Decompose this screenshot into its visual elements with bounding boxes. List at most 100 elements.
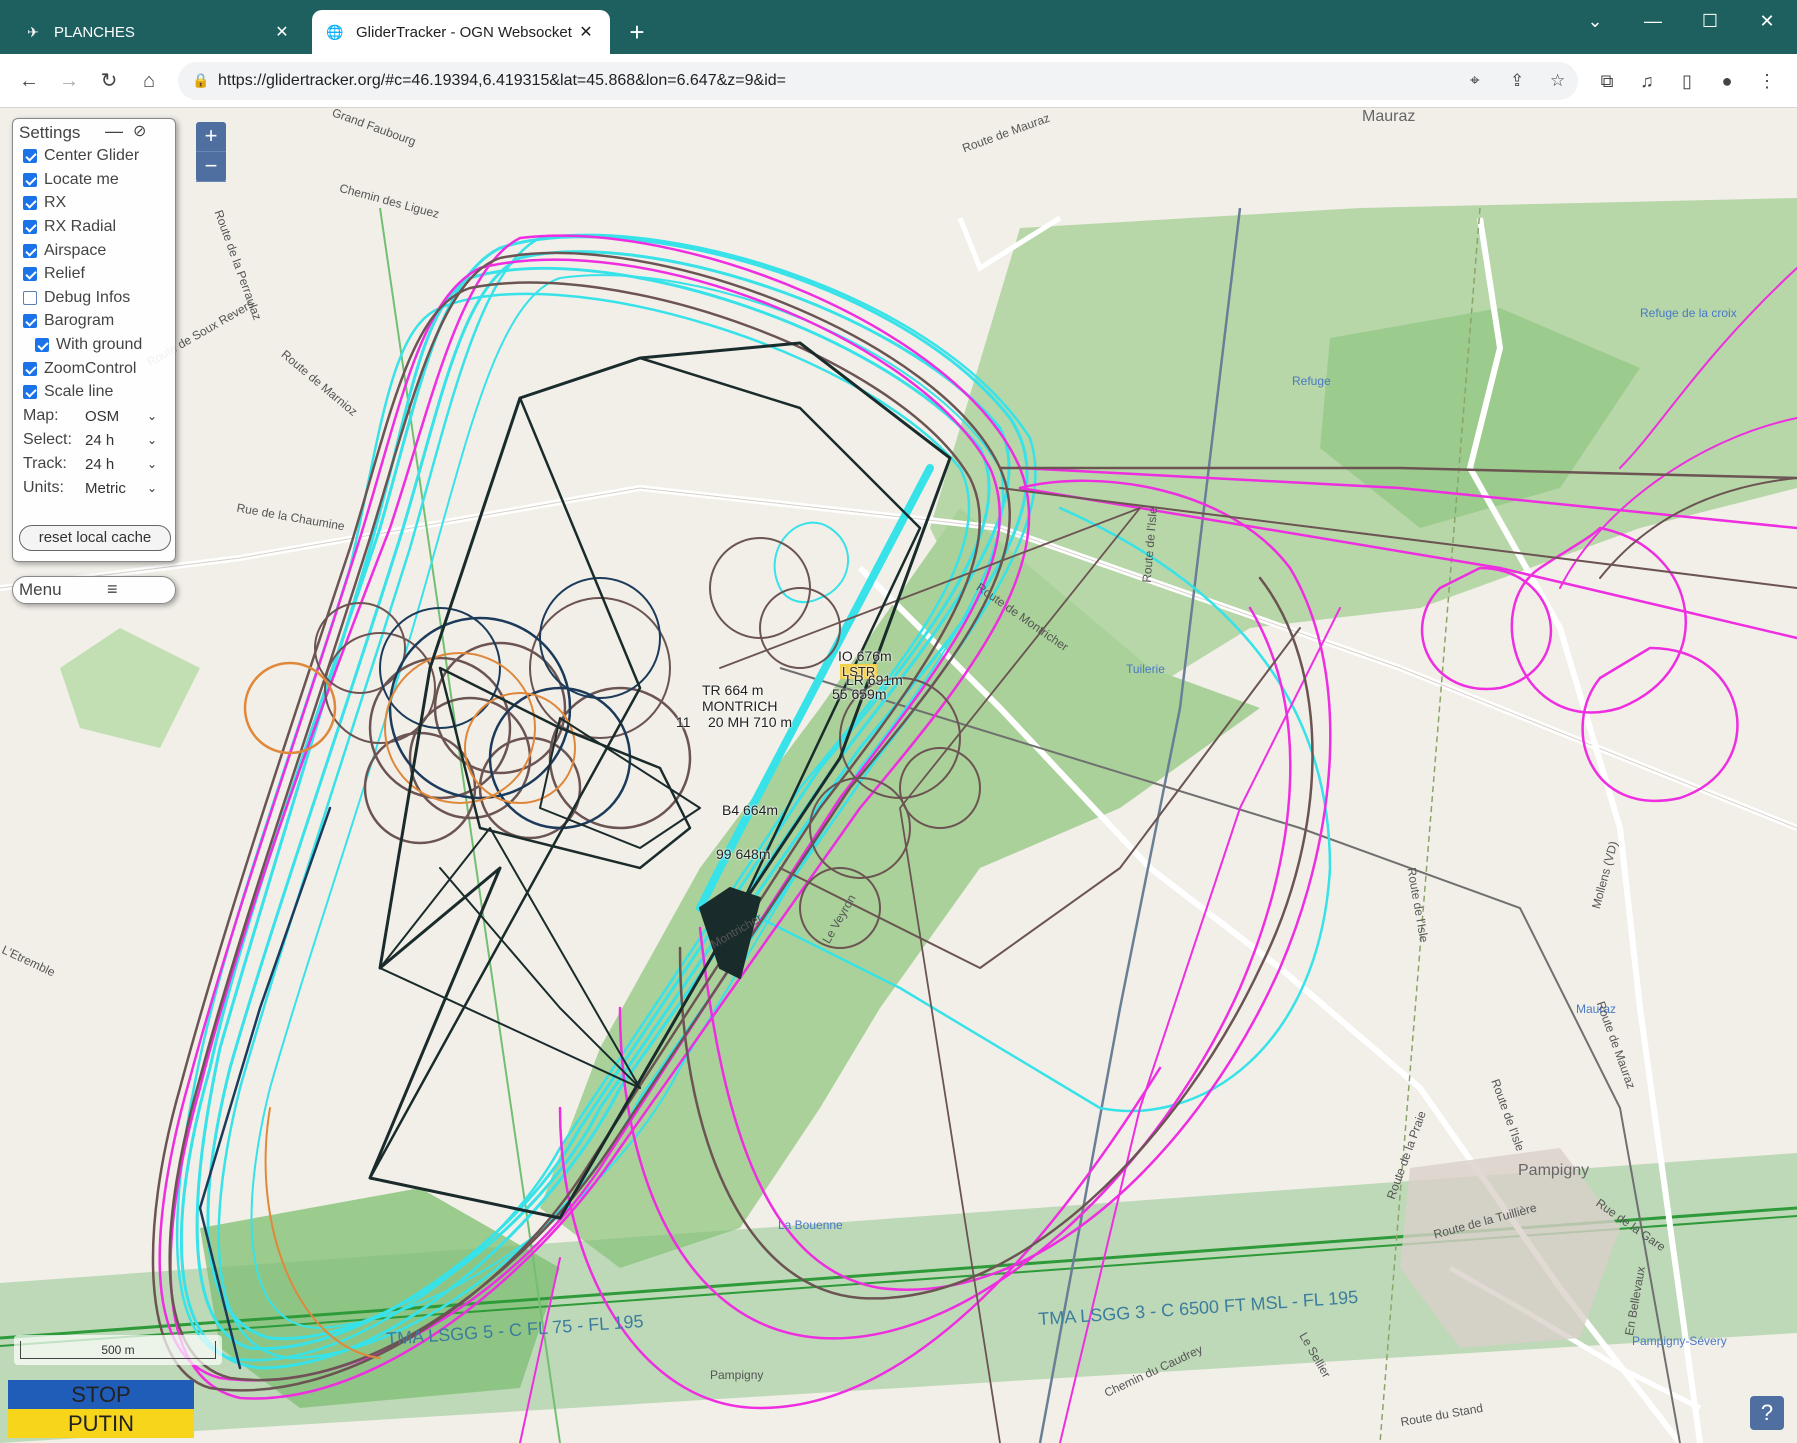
- banner-line[interactable]: STOP: [8, 1380, 194, 1409]
- checkbox[interactable]: [23, 244, 37, 258]
- tab-planches[interactable]: ✈ PLANCHES ✕: [10, 10, 306, 54]
- thermal-circle-orange: [384, 652, 536, 804]
- tab-search-icon[interactable]: ⌄: [1570, 6, 1620, 36]
- option-debug-infos[interactable]: Debug Infos: [23, 289, 130, 307]
- close-icon[interactable]: ✕: [272, 22, 292, 42]
- checkbox[interactable]: [23, 173, 37, 187]
- zoom-in-button[interactable]: +: [196, 122, 226, 152]
- scale-label: 500 m: [20, 1341, 216, 1359]
- option-zoom-control[interactable]: ZoomControl: [23, 360, 136, 378]
- glider-label[interactable]: B4 664m: [722, 802, 778, 818]
- select-value[interactable]: Metric: [85, 480, 147, 497]
- more-menu-icon[interactable]: ⋮: [1754, 68, 1780, 94]
- hamburger-icon[interactable]: ≡: [107, 579, 118, 600]
- close-window-button[interactable]: ✕: [1742, 6, 1792, 36]
- select-select[interactable]: Select: 24 h ⌄: [23, 431, 157, 449]
- url-text[interactable]: https://glidertracker.org/#c=46.19394,6.…: [218, 72, 786, 90]
- checkbox[interactable]: [23, 196, 37, 210]
- checkbox[interactable]: [23, 149, 37, 163]
- glider-label[interactable]: 20 MH 710 m: [708, 714, 792, 730]
- map-view[interactable]: Grand Faubourg Route de Mauraz Mauraz Ch…: [0, 108, 1797, 1443]
- checkbox[interactable]: [23, 291, 37, 305]
- option-center-glider[interactable]: Center Glider: [23, 147, 139, 165]
- glider-label[interactable]: 99 648m: [716, 846, 770, 862]
- place-label: La Bouenne: [778, 1218, 843, 1232]
- minimize-button[interactable]: —: [1628, 6, 1678, 36]
- maximize-button[interactable]: ☐: [1685, 6, 1735, 36]
- banner-line[interactable]: PUTIN: [8, 1409, 194, 1438]
- option-locate-me[interactable]: Locate me: [23, 171, 119, 189]
- select-value[interactable]: 24 h: [85, 456, 147, 473]
- forest-area: [60, 628, 200, 748]
- chevron-down-icon[interactable]: ⌄: [147, 457, 157, 471]
- select-label: Select:: [23, 431, 72, 448]
- settings-title: Settings: [19, 123, 81, 142]
- profile-icon[interactable]: ●: [1714, 68, 1740, 94]
- new-tab-button[interactable]: +: [622, 18, 652, 48]
- select-value[interactable]: 24 h: [85, 432, 147, 449]
- thermal-circle: [759, 587, 841, 669]
- option-label: RX Radial: [44, 218, 117, 235]
- forward-arrow-icon[interactable]: →: [54, 66, 84, 96]
- option-label: Center Glider: [44, 147, 140, 164]
- option-with-ground[interactable]: With ground: [35, 336, 142, 354]
- glider-label[interactable]: MONTRICH: [702, 698, 777, 714]
- checkbox[interactable]: [23, 385, 37, 399]
- zoom-out-button[interactable]: −: [196, 152, 226, 182]
- menu-button[interactable]: Menu ≡: [12, 576, 176, 604]
- chevron-down-icon[interactable]: ⌄: [147, 409, 157, 423]
- option-barogram[interactable]: Barogram: [23, 312, 114, 330]
- lock-icon[interactable]: 🔒: [192, 72, 209, 89]
- media-icon[interactable]: ♫: [1634, 68, 1660, 94]
- reload-icon[interactable]: ↻: [94, 66, 124, 96]
- glider-label[interactable]: TR 664 m: [702, 682, 763, 698]
- banner[interactable]: STOP PUTIN: [8, 1380, 194, 1438]
- back-arrow-icon[interactable]: ←: [14, 66, 44, 96]
- option-scale-line[interactable]: Scale line: [23, 383, 113, 401]
- option-relief[interactable]: Relief: [23, 265, 85, 283]
- tab-glidertracker[interactable]: 🌐 GliderTracker - OGN Websocket Cli ✕: [312, 10, 610, 54]
- checkbox[interactable]: [35, 338, 49, 352]
- checkbox[interactable]: [23, 220, 37, 234]
- option-label: Relief: [44, 265, 85, 282]
- glider-label[interactable]: 11: [676, 714, 691, 730]
- address-bar[interactable]: 🔒 https://glidertracker.org/#c=46.19394,…: [178, 62, 1578, 100]
- checkbox[interactable]: [23, 267, 37, 281]
- bookmark-star-icon[interactable]: ☆: [1550, 71, 1565, 91]
- help-button[interactable]: ?: [1750, 1396, 1784, 1430]
- share-icon[interactable]: ⇪: [1510, 71, 1524, 91]
- select-map[interactable]: Map: OSM ⌄: [23, 407, 157, 425]
- tab-title: GliderTracker - OGN Websocket Cli: [356, 23, 576, 41]
- glider-label[interactable]: 55 659m: [832, 686, 886, 702]
- minimize-icon[interactable]: —: [105, 121, 123, 142]
- map-canvas[interactable]: [0, 108, 1797, 1443]
- select-units[interactable]: Units: Metric ⌄: [23, 479, 157, 497]
- select-label: Units:: [23, 479, 64, 496]
- chevron-down-icon[interactable]: ⌄: [147, 433, 157, 447]
- option-airspace[interactable]: Airspace: [23, 242, 106, 260]
- reset-cache-button[interactable]: reset local cache: [19, 525, 171, 551]
- option-label: Airspace: [44, 242, 107, 259]
- select-value[interactable]: OSM: [85, 408, 147, 425]
- browser-toolbar: ← → ↻ ⌂ 🔒 https://glidertracker.org/#c=4…: [0, 54, 1797, 108]
- thermal-circle-navy: [539, 577, 661, 699]
- checkbox[interactable]: [23, 314, 37, 328]
- option-rx[interactable]: RX: [23, 194, 66, 212]
- home-icon[interactable]: ⌂: [134, 66, 164, 96]
- checkbox[interactable]: [23, 362, 37, 376]
- pin-icon[interactable]: ⊘: [133, 121, 146, 141]
- thermal-circle: [314, 602, 406, 694]
- extensions-icon[interactable]: ⧉: [1594, 68, 1620, 94]
- close-icon[interactable]: ✕: [576, 22, 596, 42]
- place-label: Pampigny: [710, 1368, 764, 1382]
- thermal-circle: [363, 731, 477, 845]
- option-rx-radial[interactable]: RX Radial: [23, 218, 116, 236]
- option-label: Barogram: [44, 312, 115, 329]
- side-panel-icon[interactable]: ▯: [1674, 68, 1700, 94]
- location-pin-icon[interactable]: ⌖: [1470, 71, 1480, 91]
- glider-label[interactable]: IO 676m: [838, 648, 892, 664]
- chevron-down-icon[interactable]: ⌄: [147, 481, 157, 495]
- place-label: Tuilerie: [1126, 662, 1165, 676]
- globe-icon: 🌐: [326, 23, 344, 40]
- select-track[interactable]: Track: 24 h ⌄: [23, 455, 157, 473]
